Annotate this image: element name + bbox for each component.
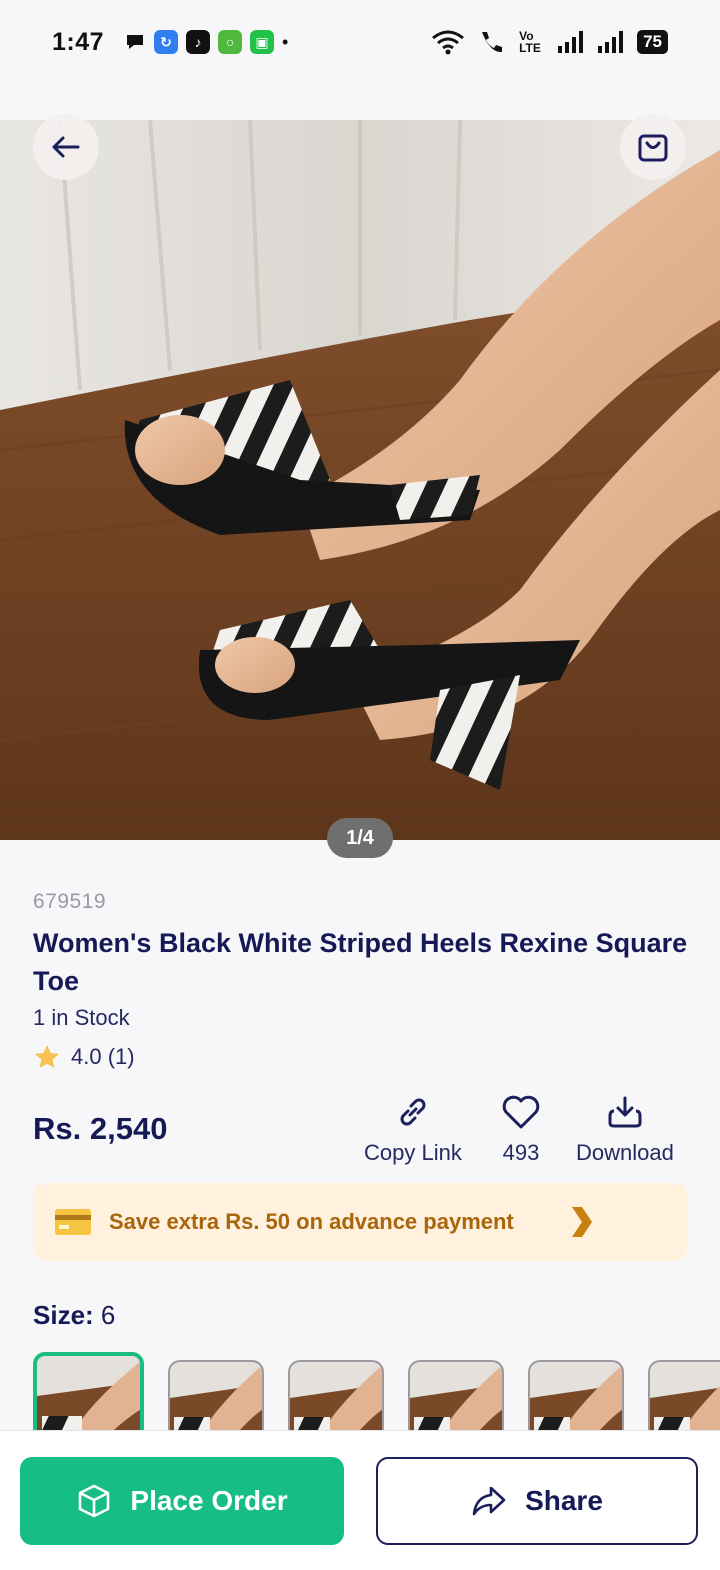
- back-button[interactable]: [33, 114, 99, 180]
- promo-text: Save extra Rs. 50 on advance payment: [109, 1209, 514, 1234]
- variant-thumbnail[interactable]: [648, 1360, 720, 1430]
- signal-icon-2: [598, 31, 624, 53]
- copy-link-button[interactable]: Copy Link: [364, 1092, 462, 1166]
- place-order-button[interactable]: Place Order: [20, 1457, 344, 1545]
- copy-link-label: Copy Link: [364, 1140, 462, 1165]
- image-pager: 1/4: [327, 818, 393, 858]
- product-title: Women's Black White Striped Heels Rexine…: [33, 928, 688, 996]
- download-label: Download: [576, 1140, 674, 1165]
- chat-icon: [127, 35, 144, 49]
- share-button[interactable]: Share: [376, 1457, 698, 1545]
- product-sku: 679519: [33, 890, 107, 913]
- size-variant-thumbnails: [33, 1352, 720, 1430]
- likes-count: 493: [502, 1140, 540, 1165]
- credit-card-icon: [55, 1209, 91, 1235]
- product-price: Rs. 2,540: [33, 1111, 168, 1146]
- download-button[interactable]: Download: [576, 1092, 674, 1166]
- variant-thumbnail[interactable]: [168, 1360, 264, 1430]
- share-icon: [472, 1486, 506, 1516]
- chevron-right-icon: [572, 1207, 592, 1237]
- star-icon: [35, 1045, 59, 1068]
- cart-button[interactable]: [620, 114, 686, 180]
- share-label: Share: [525, 1485, 603, 1516]
- rating[interactable]: 4.0 (1): [33, 1043, 135, 1071]
- size-label: Size:: [33, 1300, 94, 1330]
- network-label: Vo LTE: [519, 29, 541, 55]
- variant-thumbnail[interactable]: [528, 1360, 624, 1430]
- variant-thumbnail[interactable]: [408, 1360, 504, 1430]
- size-selector: Size: 6: [33, 1300, 115, 1331]
- back-arrow-icon: [52, 136, 80, 158]
- chat-app-icon: ○: [218, 30, 243, 54]
- bottom-action-bar: Place Order Share: [0, 1430, 720, 1570]
- stock-status: 1 in Stock: [33, 1005, 130, 1030]
- shopping-bag-icon: [638, 134, 668, 162]
- battery-indicator: 75: [637, 30, 668, 54]
- rating-value: 4.0 (1): [71, 1044, 135, 1069]
- product-page: 1:47 ↻ ♪ ○ ▣ • Vo LTE 75 1/4 679519 Wome…: [0, 0, 720, 1570]
- heart-icon: [502, 1095, 540, 1129]
- place-order-label: Place Order: [130, 1485, 288, 1516]
- status-time: 1:47: [52, 27, 105, 56]
- wishlist-button[interactable]: 493: [501, 1092, 541, 1166]
- variant-thumbnail-selected[interactable]: [33, 1352, 144, 1430]
- variant-thumbnail[interactable]: [288, 1360, 384, 1430]
- download-icon: [608, 1096, 642, 1128]
- sync-app-icon: ↻: [154, 30, 179, 54]
- product-photo: [0, 120, 720, 840]
- status-right: Vo LTE 75: [431, 29, 668, 55]
- signal-icon: [558, 31, 584, 53]
- product-image[interactable]: [0, 120, 720, 840]
- shop-app-icon: ▣: [250, 30, 275, 54]
- package-icon: [79, 1484, 110, 1518]
- notification-icons: ↻ ♪ ○ ▣ •: [124, 30, 288, 54]
- wifi-icon: [432, 30, 465, 55]
- more-dot-icon: •: [282, 31, 289, 52]
- call-icon: [482, 32, 503, 53]
- advance-payment-banner[interactable]: Save extra Rs. 50 on advance payment: [33, 1183, 687, 1261]
- tiktok-icon: ♪: [186, 30, 211, 54]
- link-icon: [400, 1098, 426, 1126]
- size-value: 6: [100, 1300, 116, 1330]
- status-bar: 1:47 ↻ ♪ ○ ▣ • Vo LTE 75: [0, 0, 720, 84]
